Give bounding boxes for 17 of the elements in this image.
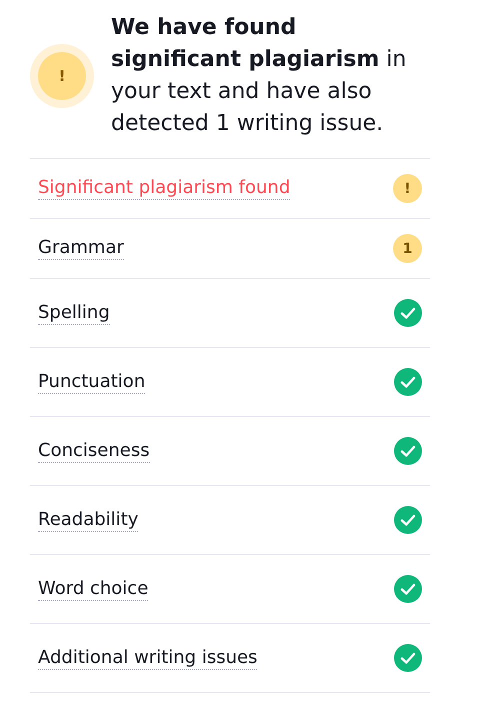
check-icon	[394, 437, 422, 465]
check-link[interactable]: Spelling	[38, 302, 110, 324]
check-link[interactable]: Grammar	[38, 237, 124, 260]
summary-text: We have found significant plagiarism in your text and have also detected 1 writing issue.	[111, 14, 408, 138]
issue-badge: 1	[393, 234, 422, 263]
check-link[interactable]: Readability	[38, 508, 138, 532]
check-link[interactable]: Word choice	[38, 578, 148, 600]
check-icon	[394, 368, 422, 396]
issue-badge: !	[393, 174, 422, 203]
check-icon	[394, 506, 422, 534]
warning-icon: !	[30, 44, 94, 108]
check-icon	[394, 299, 422, 327]
check-link[interactable]: Punctuation	[38, 370, 146, 394]
check-link[interactable]: Additional writing issues	[38, 646, 258, 670]
check-icon	[394, 575, 422, 603]
check-icon	[394, 644, 422, 672]
check-link[interactable]: Conciseness	[38, 440, 150, 462]
